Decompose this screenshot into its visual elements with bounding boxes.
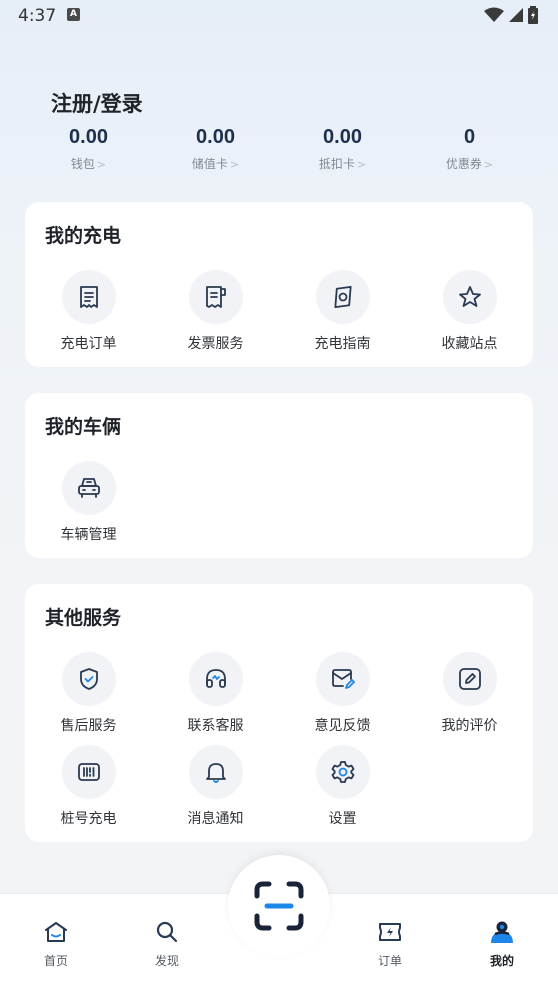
item-label: 消息通知 (187, 811, 244, 827)
tab-profile[interactable]: 我的 (462, 920, 542, 969)
feedback-mail-icon (331, 669, 355, 689)
profile-icon (491, 921, 513, 943)
section-title: 其他服务 (45, 607, 122, 629)
status-icons (484, 6, 538, 24)
account-stats: 0.00 钱包 > 0.00 储值卡 > 0.00 抵扣卡 > 0 优惠券 > (25, 126, 533, 172)
item-label: 联系客服 (187, 718, 244, 734)
tab-discover[interactable]: 发现 (127, 920, 207, 969)
star-icon (458, 286, 481, 307)
tab-home[interactable]: 首页 (16, 920, 96, 969)
charging-guide-item[interactable]: 充电指南 (279, 270, 406, 363)
signal-icon (509, 8, 523, 22)
item-label: 设置 (328, 811, 357, 827)
home-icon (45, 922, 67, 942)
stat-value: 0.00 (196, 126, 235, 148)
item-label: 意见反馈 (314, 718, 371, 734)
section-title: 我的充电 (45, 225, 122, 247)
chevron-right-icon: > (229, 158, 240, 171)
shield-check-icon (79, 668, 98, 690)
wifi-icon (484, 7, 504, 22)
tab-label: 首页 (43, 954, 68, 968)
favorite-stations-item[interactable]: 收藏站点 (406, 270, 533, 363)
guide-icon (333, 285, 352, 309)
headset-icon (205, 669, 226, 688)
tab-label: 我的 (489, 954, 514, 968)
invoice-icon (205, 286, 226, 308)
barcode-icon (77, 763, 100, 781)
stat-label: 钱包 (70, 157, 95, 171)
my-charging-card: 我的充电 充电订单 发票服务 充电指南 收藏站点 (25, 202, 533, 367)
stat-wallet[interactable]: 0.00 钱包 > (25, 126, 152, 172)
chevron-right-icon: > (356, 158, 367, 171)
tab-orders[interactable]: 订单 (350, 920, 430, 969)
item-label: 收藏站点 (441, 336, 498, 352)
order-icon (379, 923, 401, 941)
tab-label: 订单 (377, 954, 402, 968)
invoice-service-item[interactable]: 发票服务 (152, 270, 279, 363)
stat-value: 0.00 (69, 126, 108, 148)
settings-item[interactable]: 设置 (279, 745, 406, 838)
item-label: 桩号充电 (60, 811, 117, 827)
scan-icon (254, 881, 304, 931)
section-title: 我的车俩 (45, 416, 122, 438)
stat-label: 储值卡 (191, 157, 228, 171)
status-time: 4:37 (18, 6, 57, 26)
chevron-right-icon: > (96, 158, 107, 171)
stat-coupons[interactable]: 0 优惠券 > (406, 126, 533, 172)
stat-deduction-card[interactable]: 0.00 抵扣卡 > (279, 126, 406, 172)
charging-orders-item[interactable]: 充电订单 (25, 270, 152, 363)
stat-stored-value-card[interactable]: 0.00 储值卡 > (152, 126, 279, 172)
bell-icon (205, 763, 226, 783)
stat-value: 0 (463, 126, 476, 148)
my-vehicles-card: 我的车俩 车辆管理 (25, 393, 533, 558)
stat-label: 抵扣卡 (318, 157, 355, 171)
search-icon (156, 921, 178, 943)
battery-icon (528, 6, 538, 24)
notification-badge: A (67, 8, 80, 21)
item-label: 我的评价 (441, 718, 498, 734)
customer-service-item[interactable]: 联系客服 (152, 652, 279, 745)
feedback-item[interactable]: 意见反馈 (279, 652, 406, 745)
edit-icon (458, 668, 481, 690)
gear-icon (331, 761, 354, 783)
pile-number-charging-item[interactable]: 桩号充电 (25, 745, 152, 838)
scan-button[interactable] (228, 855, 330, 957)
other-services-card: 其他服务 售后服务 联系客服 意见反馈 我的评价 桩号充电 消息通知 设置 (25, 584, 533, 842)
notifications-item[interactable]: 消息通知 (152, 745, 279, 838)
item-label: 售后服务 (60, 718, 117, 734)
login-register-link[interactable]: 注册/登录 (51, 88, 143, 118)
stat-label: 优惠券 (445, 157, 482, 171)
item-label: 发票服务 (187, 336, 244, 352)
item-label: 充电订单 (60, 336, 117, 352)
car-icon (77, 478, 100, 498)
after-sales-item[interactable]: 售后服务 (25, 652, 152, 745)
stat-value: 0.00 (323, 126, 362, 148)
status-bar: 4:37 A (0, 0, 558, 32)
item-label: 充电指南 (314, 336, 371, 352)
receipt-icon (79, 286, 98, 308)
chevron-right-icon: > (483, 158, 494, 171)
vehicle-management-item[interactable]: 车辆管理 (25, 461, 152, 554)
my-reviews-item[interactable]: 我的评价 (406, 652, 533, 745)
item-label: 车辆管理 (60, 527, 117, 543)
tab-label: 发现 (154, 954, 179, 968)
